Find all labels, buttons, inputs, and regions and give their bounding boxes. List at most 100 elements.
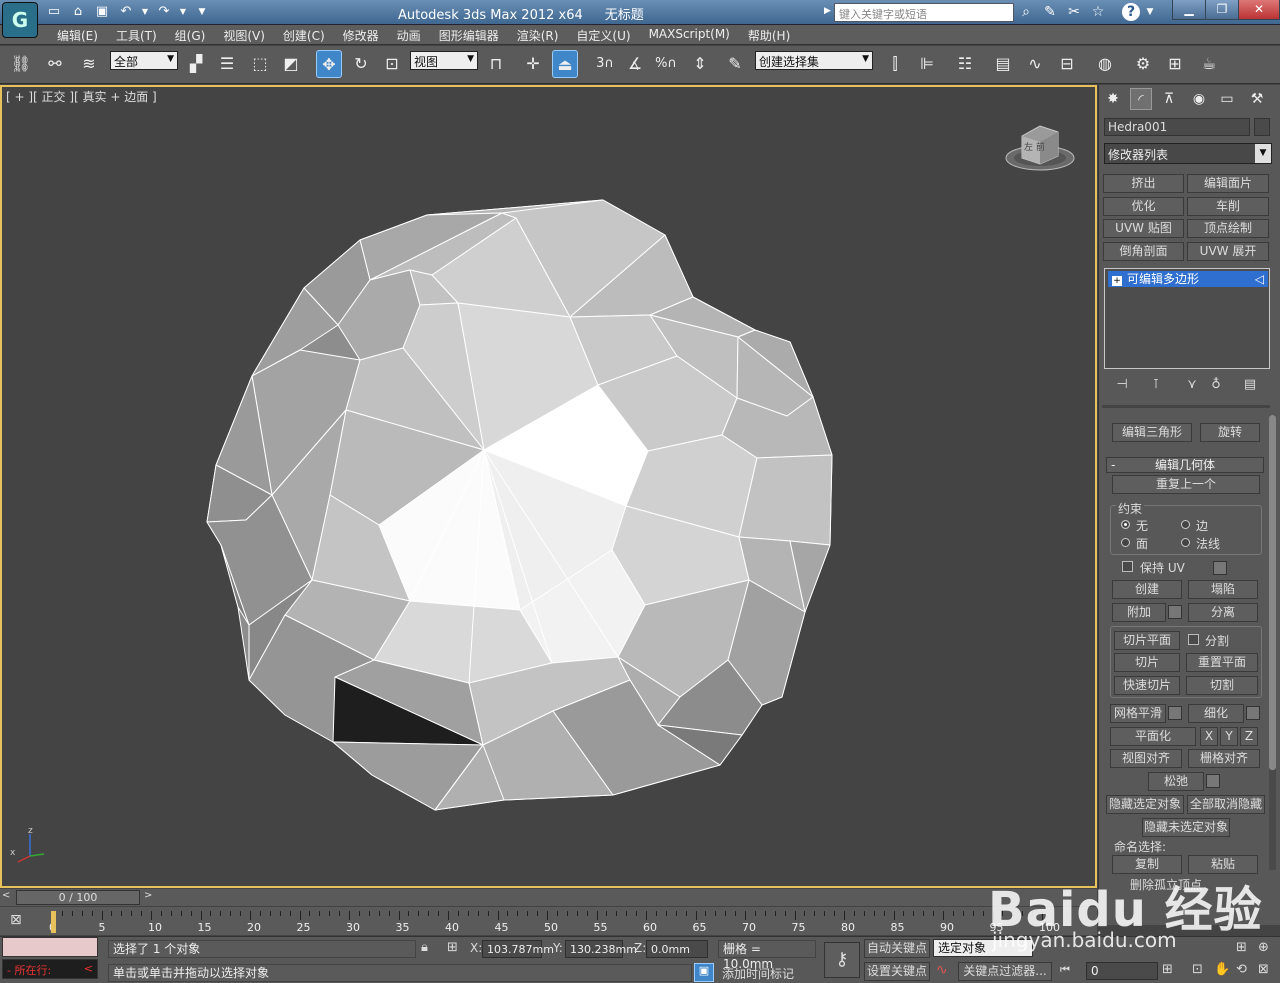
scrollbar-thumb[interactable] <box>1269 415 1276 770</box>
maximize-button[interactable]: ❐ <box>1205 0 1239 20</box>
time-slider[interactable]: 0 / 100 <box>16 890 140 905</box>
keyboard-shortcut-override-icon[interactable]: ⏏ <box>552 50 578 78</box>
hedra-object[interactable] <box>0 85 1097 888</box>
y-coord-field[interactable]: 130.238mm <box>565 940 623 958</box>
select-manipulate-icon[interactable]: ✛ <box>520 50 546 78</box>
make-planar-button[interactable]: 平面化 <box>1110 727 1196 746</box>
create-tab-icon[interactable]: ✸ <box>1102 88 1124 110</box>
tessellate-settings-button[interactable] <box>1246 706 1260 720</box>
bevel-profile-mod-button[interactable]: 倒角剖面 <box>1103 242 1184 261</box>
layer-manager-icon[interactable]: ☷ <box>952 50 978 78</box>
hide-unselected-button[interactable]: 隐藏未选定对象 <box>1142 818 1230 837</box>
vertex-paint-mod-button[interactable]: 顶点绘制 <box>1187 219 1269 238</box>
command-panel-scrollbar[interactable] <box>1269 415 1276 870</box>
menu-views[interactable]: 视图(V) <box>214 27 274 44</box>
grid-align-button[interactable]: 栅格对齐 <box>1188 749 1260 768</box>
attach-list-button[interactable] <box>1168 605 1182 619</box>
key-curve-icon[interactable]: ∿ <box>936 962 948 978</box>
link-icon[interactable]: ⛓ <box>8 50 34 78</box>
close-button[interactable]: ✕ <box>1238 0 1280 20</box>
constraint-normal-radio[interactable] <box>1181 538 1190 547</box>
menu-customize[interactable]: 自定义(U) <box>567 27 639 44</box>
slice-plane-button[interactable]: 切片平面 <box>1114 631 1180 650</box>
selection-filter-dropdown[interactable]: 全部 <box>110 51 178 70</box>
angle-snap-icon[interactable]: ∡ <box>622 50 648 78</box>
favorites-star-icon[interactable]: ☆ <box>1088 3 1108 22</box>
communication-icon[interactable]: ✂ <box>1064 3 1084 22</box>
configure-sets-icon[interactable]: ▤ <box>1240 377 1260 395</box>
bind-space-warp-icon[interactable]: ≋ <box>76 50 102 78</box>
auto-key-button[interactable]: 自动关键点 <box>864 939 930 958</box>
menu-edit[interactable]: 编辑(E) <box>48 27 107 44</box>
menu-help[interactable]: 帮助(H) <box>739 27 799 44</box>
menu-create[interactable]: 创建(C) <box>274 27 334 44</box>
orbit-icon[interactable]: ⟲ <box>1236 962 1247 977</box>
relax-settings-button[interactable] <box>1206 774 1220 788</box>
open-file-icon[interactable]: ⌂ <box>68 3 88 21</box>
add-time-tag-label[interactable]: 添加时间标记 <box>722 965 794 982</box>
motion-tab-icon[interactable]: ◉ <box>1188 88 1210 110</box>
mirror-icon[interactable]: ⫿ <box>882 50 908 78</box>
window-crossing-icon[interactable]: ◩ <box>278 50 304 78</box>
uvw-map-mod-button[interactable]: UVW 贴图 <box>1103 219 1184 238</box>
menu-maxscript[interactable]: MAXScript(M) <box>640 27 739 44</box>
object-color-swatch[interactable] <box>1254 118 1270 136</box>
key-filters-button[interactable]: 关键点过滤器... <box>958 962 1052 981</box>
lathe-mod-button[interactable]: 车削 <box>1187 197 1269 216</box>
stack-item-editable-poly[interactable]: +可编辑多边形◁ <box>1108 271 1268 287</box>
object-name-field[interactable]: Hedra001 <box>1104 118 1250 136</box>
edit-named-sel-icon[interactable]: ✎ <box>722 50 748 78</box>
turn-button[interactable]: 旋转 <box>1200 423 1260 442</box>
redo-icon[interactable]: ↷ <box>154 3 174 21</box>
graphite-toolbar-icon[interactable]: ▤ <box>990 50 1016 78</box>
constraint-edge-radio[interactable] <box>1181 520 1190 529</box>
utilities-tab-icon[interactable]: ⚒ <box>1246 88 1268 110</box>
relax-button[interactable]: 松弛 <box>1148 772 1204 791</box>
set-key-button[interactable]: 设置关键点 <box>864 962 930 981</box>
view-align-button[interactable]: 视图对齐 <box>1110 749 1182 768</box>
unhide-all-button[interactable]: 全部取消隐藏 <box>1187 795 1265 814</box>
redo-dropdown-icon[interactable]: ▼ <box>178 3 188 21</box>
pivot-center-icon[interactable]: ⊓ <box>483 50 509 78</box>
display-tab-icon[interactable]: ▭ <box>1216 88 1238 110</box>
current-frame-field[interactable]: 0 <box>1086 962 1158 980</box>
menu-rendering[interactable]: 渲染(R) <box>508 27 568 44</box>
planar-x-button[interactable]: X <box>1200 727 1218 746</box>
subscription-icon[interactable]: ✎ <box>1040 3 1060 22</box>
help-icon[interactable]: ? <box>1122 3 1140 21</box>
modifier-list-dropdown[interactable]: 修改器列表▼ <box>1104 143 1272 164</box>
unlink-icon[interactable]: ⚯ <box>42 50 68 78</box>
undo-icon[interactable]: ↶ <box>116 3 136 21</box>
hide-selected-button[interactable]: 隐藏选定对象 <box>1106 795 1184 814</box>
quickslice-button[interactable]: 快速切片 <box>1114 676 1180 695</box>
tessellate-button[interactable]: 细化 <box>1188 704 1244 723</box>
zoom-all-icon[interactable]: ⊕ <box>1258 940 1269 955</box>
repeat-last-button[interactable]: 重复上一个 <box>1112 475 1260 494</box>
x-coord-field[interactable]: 103.787mm <box>482 940 542 958</box>
frame-ruler[interactable]: 0510152025303540455055606570758085909510… <box>52 911 1097 933</box>
select-by-name-icon[interactable]: ☰ <box>214 50 240 78</box>
named-selection-dropdown[interactable]: 创建选择集 <box>755 51 873 70</box>
menu-modifiers[interactable]: 修改器 <box>334 27 388 44</box>
optimize-mod-button[interactable]: 优化 <box>1103 197 1184 216</box>
undo-dropdown-icon[interactable]: ▼ <box>140 3 150 21</box>
select-rotate-icon[interactable]: ↻ <box>348 50 374 78</box>
attach-button[interactable]: 附加 <box>1112 603 1166 622</box>
menu-graph-editors[interactable]: 图形编辑器 <box>430 27 508 44</box>
minimize-button[interactable]: ▁ <box>1172 0 1206 20</box>
extrude-mod-button[interactable]: 挤出 <box>1103 174 1184 193</box>
edit-geometry-rollout-title[interactable]: -编辑几何体 <box>1106 457 1264 473</box>
go-to-start-icon[interactable]: ⏮ <box>1060 963 1070 977</box>
detach-button[interactable]: 分离 <box>1188 603 1258 622</box>
constraint-none-radio[interactable] <box>1121 520 1130 529</box>
time-next-icon[interactable]: > <box>144 890 152 901</box>
hierarchy-tab-icon[interactable]: ⊼ <box>1158 88 1180 110</box>
collapse-button[interactable]: 塌陷 <box>1188 580 1258 599</box>
spinner-snap-icon[interactable]: ⇕ <box>687 50 713 78</box>
meshsmooth-settings-button[interactable] <box>1168 706 1182 720</box>
search-arrow-icon[interactable]: ▶ <box>824 6 831 16</box>
new-file-icon[interactable]: ▭ <box>44 3 64 21</box>
help-dropdown-icon[interactable]: ▼ <box>1140 3 1160 22</box>
snaps-toggle-icon[interactable]: 3∩ <box>592 50 618 78</box>
select-scale-icon[interactable]: ⊡ <box>379 50 405 78</box>
